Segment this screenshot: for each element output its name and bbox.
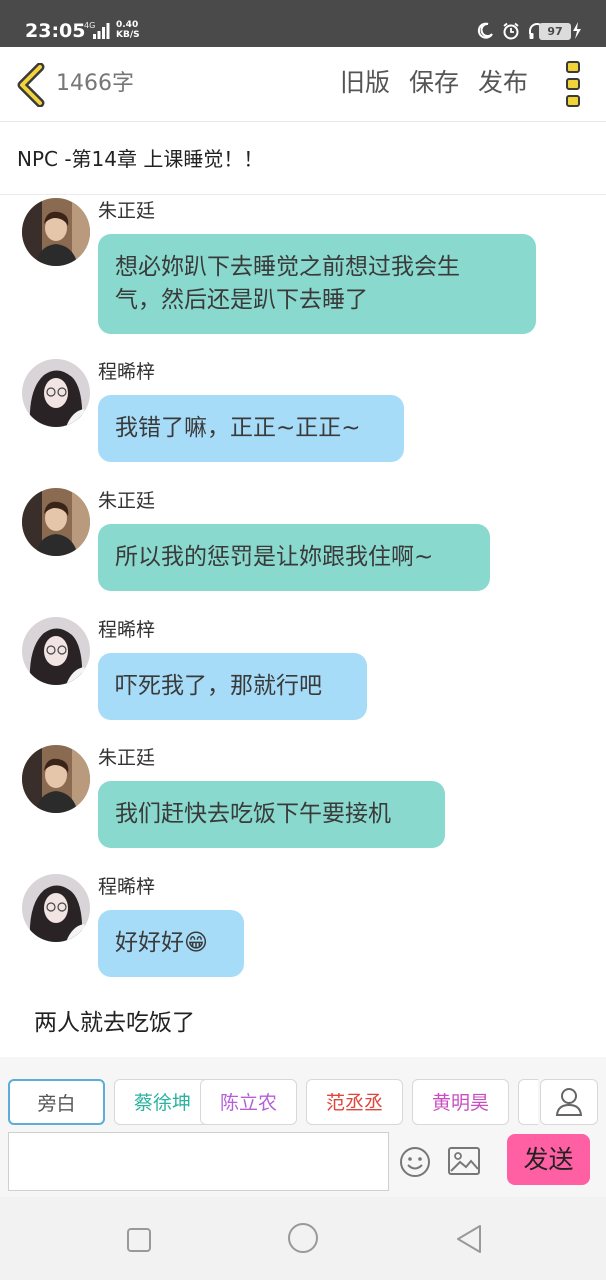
- message-text: 吓死我了，那就行吧: [115, 673, 322, 699]
- status-bar: 23:05 4G 0.40 KB/S 97: [0, 0, 606, 47]
- role-button[interactable]: 黄明昊: [412, 1079, 509, 1125]
- message-input[interactable]: [8, 1132, 389, 1191]
- message-bubble[interactable]: 我们赶快去吃饭下午要接机: [98, 781, 445, 848]
- role-narrator[interactable]: 旁白: [8, 1079, 105, 1125]
- avatar[interactable]: [22, 617, 90, 685]
- back-nav-icon[interactable]: [455, 1224, 483, 1254]
- charging-icon: [573, 22, 581, 39]
- recent-apps-icon[interactable]: [126, 1227, 152, 1253]
- role-button[interactable]: 陈立农: [200, 1079, 297, 1125]
- role-button[interactable]: 范丞丞: [306, 1079, 403, 1125]
- status-time: 23:05: [25, 20, 86, 42]
- emoji-icon[interactable]: [398, 1145, 432, 1179]
- system-nav-bar: [0, 1197, 606, 1280]
- send-button[interactable]: 发送: [507, 1134, 590, 1185]
- sender-name: 程晞梓: [98, 361, 156, 383]
- status-icons: [476, 22, 546, 40]
- save-button[interactable]: 保存: [409, 67, 459, 99]
- publish-button[interactable]: 发布: [478, 67, 528, 99]
- avatar[interactable]: [22, 488, 90, 556]
- role-button[interactable]: 蔡徐坤: [114, 1079, 211, 1125]
- sender-name: 程晞梓: [98, 619, 156, 641]
- chapter-title: NPC -第14章 上课睡觉！！: [17, 147, 264, 171]
- person-icon: [555, 1088, 583, 1116]
- message-text: 所以我的惩罚是让妳跟我住啊~: [115, 544, 434, 570]
- avatar[interactable]: [22, 874, 90, 942]
- message-text-line: 想必妳趴下去睡觉之前想过我会生: [115, 254, 460, 280]
- message-text: 我们赶快去吃饭下午要接机: [115, 801, 391, 827]
- message-bubble[interactable]: 所以我的惩罚是让妳跟我住啊~: [98, 524, 490, 591]
- signal-icon: [93, 23, 110, 39]
- back-icon[interactable]: [14, 63, 48, 107]
- word-count: 1466字: [56, 71, 134, 96]
- message-bubble[interactable]: 好好好😁: [98, 910, 244, 977]
- avatar[interactable]: [22, 745, 90, 813]
- chapter-title-bar[interactable]: NPC -第14章 上课睡觉！！: [0, 122, 606, 195]
- message-text: 我错了嘛，正正~正正~: [115, 415, 361, 441]
- more-menu-icon[interactable]: [565, 61, 581, 107]
- sender-name: 程晞梓: [98, 876, 156, 898]
- avatar[interactable]: [22, 359, 90, 427]
- narration-text[interactable]: 两人就去吃饭了: [34, 1008, 195, 1038]
- network-speed: 0.40 KB/S: [116, 20, 140, 40]
- message-bubble[interactable]: 吓死我了，那就行吧: [98, 653, 367, 720]
- avatar[interactable]: [22, 198, 90, 266]
- home-icon[interactable]: [287, 1222, 319, 1254]
- editor-header: 1466字 旧版 保存 发布: [0, 47, 606, 122]
- sender-name: 朱正廷: [98, 200, 156, 222]
- message-text-line: 气，然后还是趴下去睡了: [115, 287, 368, 313]
- message-text: 好好好😁: [115, 930, 208, 956]
- role-button-partial[interactable]: [518, 1079, 538, 1125]
- message-bubble[interactable]: 我错了嘛，正正~正正~: [98, 395, 404, 462]
- message-bubble[interactable]: 想必妳趴下去睡觉之前想过我会生 气，然后还是趴下去睡了: [98, 234, 536, 334]
- old-version-button[interactable]: 旧版: [340, 67, 390, 99]
- role-selector: 旁白 蔡徐坤 陈立农 范丞丞 黄明昊: [8, 1079, 538, 1127]
- sender-name: 朱正廷: [98, 747, 156, 769]
- input-panel: 旁白 蔡徐坤 陈立农 范丞丞 黄明昊 发送: [0, 1057, 606, 1197]
- character-manage-button[interactable]: [540, 1079, 598, 1125]
- sender-name: 朱正廷: [98, 490, 156, 512]
- image-icon[interactable]: [447, 1146, 481, 1176]
- alarm-icon: [503, 22, 519, 40]
- battery-icon: 97: [539, 23, 571, 40]
- moon-icon: [477, 22, 493, 39]
